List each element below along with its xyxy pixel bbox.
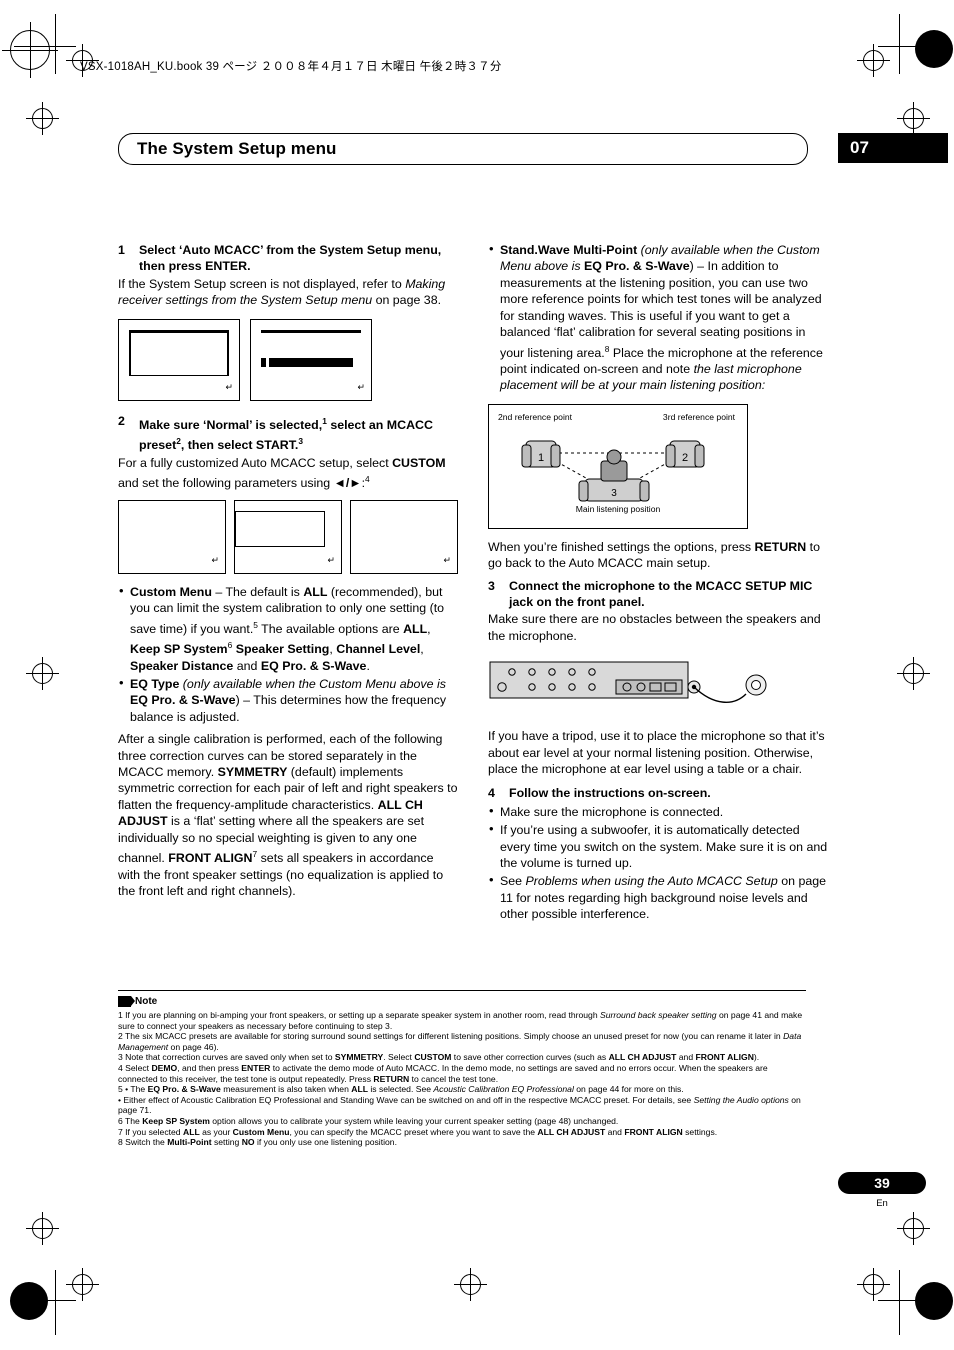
registration-mark-top-left (2, 22, 58, 78)
step-4-number: 4 (488, 786, 495, 801)
note-header: Note (118, 996, 157, 1007)
step-3-body: Make sure there are no obstacles between… (488, 612, 821, 643)
footnote-4: 4 Select DEMO, and then press ENTER to a… (118, 1062, 768, 1084)
svg-text:2: 2 (682, 452, 688, 464)
right-column: Stand.Wave Multi-Point (only available w… (488, 241, 828, 925)
footnote-5: 5 • The EQ Pro. & S-Wave measurement is … (118, 1084, 684, 1095)
registration-mark-small-right-lower (897, 1212, 930, 1245)
crop-mark (14, 1300, 76, 1301)
crop-mark (55, 1270, 56, 1335)
footnote-8: 8 Switch the Multi-Point setting NO if y… (118, 1137, 397, 1148)
front-panel-graphic (489, 661, 767, 704)
footnote-3: 3 Note that correction curves are saved … (118, 1052, 760, 1063)
registration-mark-bottom-right (915, 1282, 953, 1320)
registration-mark-small-bottom-right (857, 1268, 890, 1301)
bullet-subwoofer: If you’re using a subwoofer, it is autom… (488, 821, 828, 871)
crop-mark (878, 1300, 940, 1301)
svg-text:1: 1 (538, 452, 544, 464)
registration-mark-top-right (915, 30, 953, 68)
footnote-5b: • Either effect of Acoustic Calibration … (118, 1094, 801, 1116)
crop-mark (899, 14, 900, 74)
listening-position-diagram: 2nd reference point 3rd reference point … (488, 403, 748, 529)
screen-illustration-5: ↵ (350, 499, 458, 574)
page-number-badge: 39 (838, 1172, 926, 1194)
screen-illustration-4: ↵ (234, 499, 342, 574)
step-4: 4 Follow the instructions on-screen. (488, 785, 828, 801)
return-glyph: ↵ (327, 555, 335, 566)
chapter-badge: 07 (838, 133, 948, 163)
after-panel-paragraph: If you have a tripod, use it to place th… (488, 729, 825, 777)
crop-mark (878, 46, 940, 47)
registration-mark-small-top-right (857, 44, 890, 77)
footnote-7: 7 If you selected ALL as your Custom Men… (118, 1126, 718, 1137)
return-glyph: ↵ (211, 555, 219, 566)
bullet-stand-wave-multi-point: Stand.Wave Multi-Point (only available w… (488, 241, 828, 394)
step-3: 3 Connect the microphone to the MCACC SE… (488, 578, 828, 611)
step-3-number: 3 (488, 578, 495, 593)
registration-mark-small-left-upper (26, 102, 59, 135)
running-head: VSX-1018AH_KU.book 39 ページ ２００８年４月１７日 木曜日… (80, 61, 502, 73)
page-title: The System Setup menu (137, 139, 337, 158)
step-1-number: 1 (118, 243, 125, 257)
diagram-label-main-listening-position: Main listening position (575, 503, 661, 514)
left-bullet-list: Custom Menu – The default is ALL (recomm… (118, 583, 458, 726)
bullet-problems-reference: See Problems when using the Auto MCACC S… (488, 872, 828, 922)
step-4-bullets: Make sure the microphone is connected. I… (488, 803, 828, 923)
page-title-bar: The System Setup menu (118, 133, 808, 165)
screen-illustration-1: ↵ (118, 318, 240, 401)
crop-mark (14, 46, 76, 47)
screen-illustration-2: ↵ (250, 318, 372, 401)
footnote-1: 1 If you are planning on bi-amping your … (118, 1010, 803, 1031)
page-number: 39 (874, 1175, 890, 1191)
registration-mark-small-right-upper (897, 102, 930, 135)
after-diagram-paragraph: When you’re finished settings the option… (488, 539, 820, 571)
step-2-number: 2 (118, 413, 125, 428)
step-2-heading: Make sure ‘Normal’ is selected,1 select … (139, 415, 433, 453)
note-label: Note (135, 996, 158, 1007)
step-2: 2 Make sure ‘Normal’ is selected,1 selec… (118, 413, 458, 454)
footnote-6: 6 The Keep SP System option allows you t… (118, 1115, 619, 1126)
screen-illustration-3: ↵ (118, 499, 226, 574)
registration-mark-small-bottom-center (454, 1268, 487, 1301)
footnotes: 1 If you are planning on bi-amping your … (118, 1010, 808, 1148)
return-glyph: ↵ (357, 382, 365, 393)
manual-page: VSX-1018AH_KU.book 39 ページ ２００８年４月１７日 木曜日… (0, 0, 954, 1350)
step-4-heading: Follow the instructions on-screen. (509, 786, 711, 801)
registration-mark-bottom-left (10, 1282, 48, 1320)
step-1-body: If the System Setup screen is not displa… (118, 276, 446, 308)
arrow-keys-icon: ◄/► (333, 476, 362, 491)
front-panel-illustration (488, 654, 780, 716)
step-1: 1 Select ‘Auto MCACC’ from the System Se… (118, 242, 458, 275)
registration-mark-small-left-lower (26, 1212, 59, 1245)
svg-text:3: 3 (611, 488, 617, 499)
bullet-custom-menu: Custom Menu – The default is ALL (recomm… (118, 583, 458, 674)
registration-mark-small-right-mid (897, 657, 930, 690)
crop-mark (55, 14, 56, 74)
note-flag-icon (118, 996, 135, 1007)
bullet-mic-connected: Make sure the microphone is connected. (488, 803, 828, 820)
screenshot-group-1: ↵ ↵ (118, 318, 458, 401)
right-bullet-list: Stand.Wave Multi-Point (only available w… (488, 241, 828, 394)
return-glyph: ↵ (225, 382, 233, 393)
footnote-divider (118, 990, 806, 992)
screenshot-group-2: ↵ ↵ ↵ (118, 499, 458, 574)
language-code: En (876, 1198, 888, 1209)
step-1-heading: Select ‘Auto MCACC’ from the System Setu… (139, 243, 442, 274)
step-2-body: For a fully customized Auto MCACC setup,… (118, 455, 446, 491)
step-3-heading: Connect the microphone to the MCACC SETU… (509, 578, 813, 609)
registration-mark-small-bottom-left (66, 1268, 99, 1301)
return-glyph: ↵ (443, 555, 451, 566)
crop-mark (899, 1270, 900, 1335)
chapter-number: 07 (850, 138, 869, 157)
footnote-2: 2 The six MCACC presets are available fo… (118, 1031, 802, 1052)
registration-mark-small-left-mid (26, 657, 59, 690)
left-closing-paragraph: After a single calibration is performed,… (118, 732, 458, 898)
bullet-eq-type: EQ Type (only available when the Custom … (118, 675, 458, 725)
left-column: 1 Select ‘Auto MCACC’ from the System Se… (118, 242, 458, 899)
